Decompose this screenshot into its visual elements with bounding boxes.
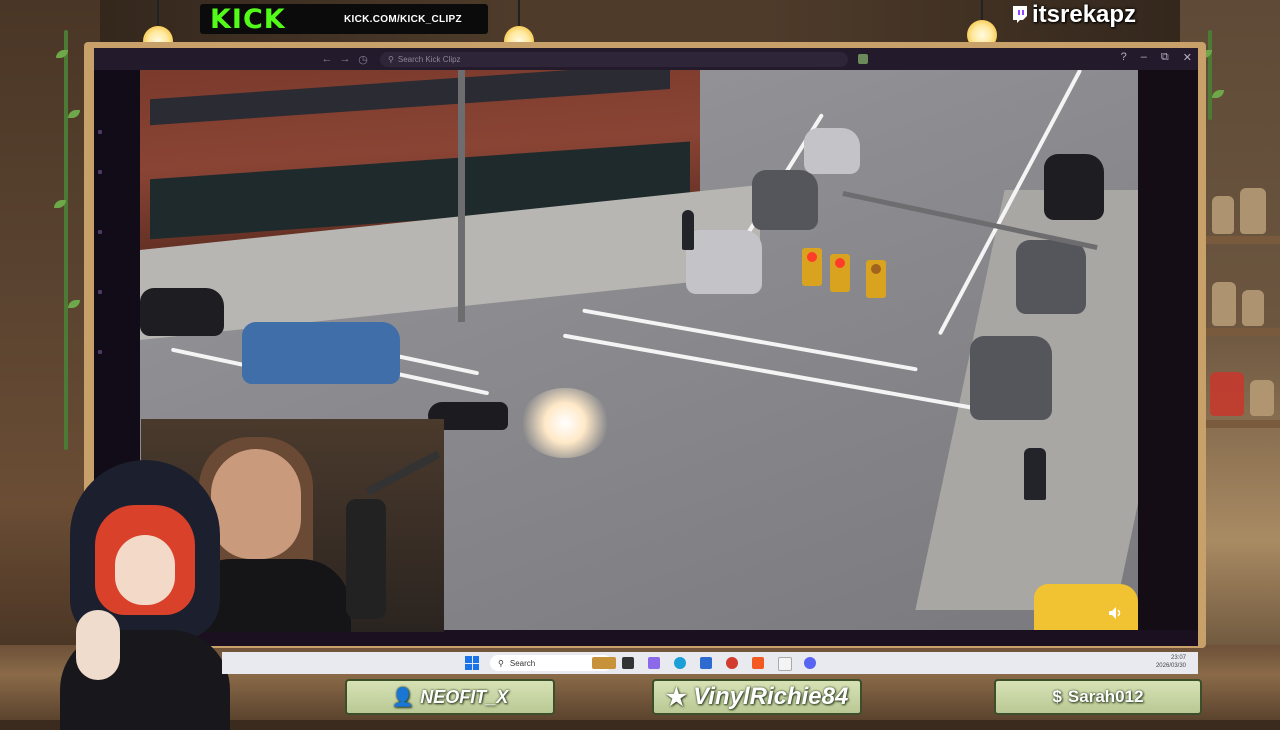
dark-car (1016, 240, 1086, 314)
rail-item[interactable] (98, 170, 102, 174)
microphone (346, 499, 386, 619)
brave-icon[interactable] (752, 657, 764, 669)
person-icon: 👤 (391, 686, 415, 707)
extension-icon[interactable] (858, 54, 868, 64)
supporter-badge: $ Sarah012 (994, 679, 1202, 715)
supporter-name: NEOFIT_X (420, 686, 509, 707)
help-icon[interactable]: ? (1121, 51, 1127, 64)
parked-car (140, 288, 224, 336)
streamer-handle-tag: itsrekapz (1012, 0, 1136, 30)
history-icon[interactable]: ◷ (354, 53, 372, 66)
supporter-name: VinylRichie84 (693, 683, 849, 710)
taskbar-search-label: Search (509, 658, 536, 668)
browser-toolbar: ← → ◷ ⚲ Search Kick Clipz ? – ⧉ ✕ (94, 48, 1198, 70)
search-input[interactable]: ⚲ Search Kick Clipz (380, 51, 848, 67)
shelf (1205, 420, 1280, 428)
bulb-cord (981, 0, 983, 20)
volume-icon[interactable] (1108, 606, 1124, 620)
copilot-icon[interactable] (648, 657, 660, 669)
taskbar-clock[interactable]: 23:07 2026/03/30 (1156, 654, 1186, 670)
traffic-light (802, 248, 822, 286)
document-icon[interactable] (778, 657, 792, 671)
dark-car (970, 336, 1052, 420)
vtuber-avatar (40, 460, 240, 730)
jar (1250, 380, 1274, 416)
edge-icon[interactable] (674, 657, 686, 669)
hanging-vine (64, 30, 68, 450)
trash-can (1024, 448, 1046, 500)
supporter-name: Sarah012 (1067, 687, 1144, 706)
jar (1240, 188, 1266, 234)
pedestrian (682, 210, 694, 250)
bulb-cord (518, 0, 520, 26)
building-windows (150, 70, 670, 126)
widgets-icon[interactable] (592, 657, 616, 669)
jar (1210, 372, 1244, 416)
rail-item[interactable] (98, 290, 102, 294)
rail-item[interactable] (98, 130, 102, 134)
maximize-icon[interactable]: ⧉ (1161, 51, 1169, 64)
rail-item[interactable] (98, 230, 102, 234)
taskbar-time: 23:07 (1170, 655, 1186, 661)
silver-car (686, 230, 762, 294)
rail-item[interactable] (98, 350, 102, 354)
kick-url: KICK.COM/KICK_CLIPZ (344, 13, 462, 25)
store-icon[interactable] (700, 657, 712, 669)
jar (1212, 282, 1236, 326)
dark-car (1044, 154, 1104, 220)
close-icon[interactable]: ✕ (1183, 51, 1192, 64)
forward-icon[interactable]: → (336, 53, 354, 65)
dollar-icon: $ (1052, 687, 1062, 706)
windows-taskbar: ⚲ Search 23:07 2026/03/30 (222, 652, 1198, 674)
taskbar-date: 2026/03/30 (1155, 663, 1186, 669)
video-side-panel (1138, 70, 1198, 630)
shelf (1205, 236, 1280, 244)
jar (1242, 290, 1264, 326)
bulb-cord (157, 0, 159, 26)
muzzle-flash (520, 388, 610, 458)
silver-car (804, 128, 860, 174)
streamer-handle: itsrekapz (1032, 1, 1137, 28)
chrome-icon[interactable] (726, 657, 738, 669)
street-pole (458, 70, 465, 322)
back-icon[interactable]: ← (318, 53, 336, 65)
traffic-light (830, 254, 850, 292)
search-icon: ⚲ (498, 658, 504, 668)
hanging-vine (1208, 30, 1212, 120)
window-controls: ? – ⧉ ✕ (1121, 51, 1192, 64)
twitch-icon (1013, 6, 1027, 23)
file-explorer-icon[interactable] (622, 657, 634, 669)
kick-logo: KICK (210, 3, 286, 35)
windows-start-icon[interactable] (465, 656, 479, 670)
gray-car (752, 170, 818, 230)
mic-arm (365, 450, 441, 496)
jar (1212, 196, 1234, 234)
search-placeholder: Search Kick Clipz (397, 54, 461, 64)
shelf (1205, 328, 1280, 336)
minimize-icon[interactable]: – (1141, 51, 1147, 64)
star-icon: ★ (665, 683, 688, 711)
traffic-light (866, 260, 886, 298)
supporter-badge: ★ VinylRichie84 (652, 679, 862, 715)
avatar-face (115, 535, 175, 605)
blue-car (242, 322, 400, 384)
discord-icon[interactable] (804, 657, 816, 669)
search-icon: ⚲ (388, 54, 394, 64)
supporter-badge: 👤 NEOFIT_X (345, 679, 555, 715)
kick-brand-bar: KICK KICK.COM/KICK_CLIPZ (200, 3, 488, 35)
avatar-hand (76, 610, 120, 680)
